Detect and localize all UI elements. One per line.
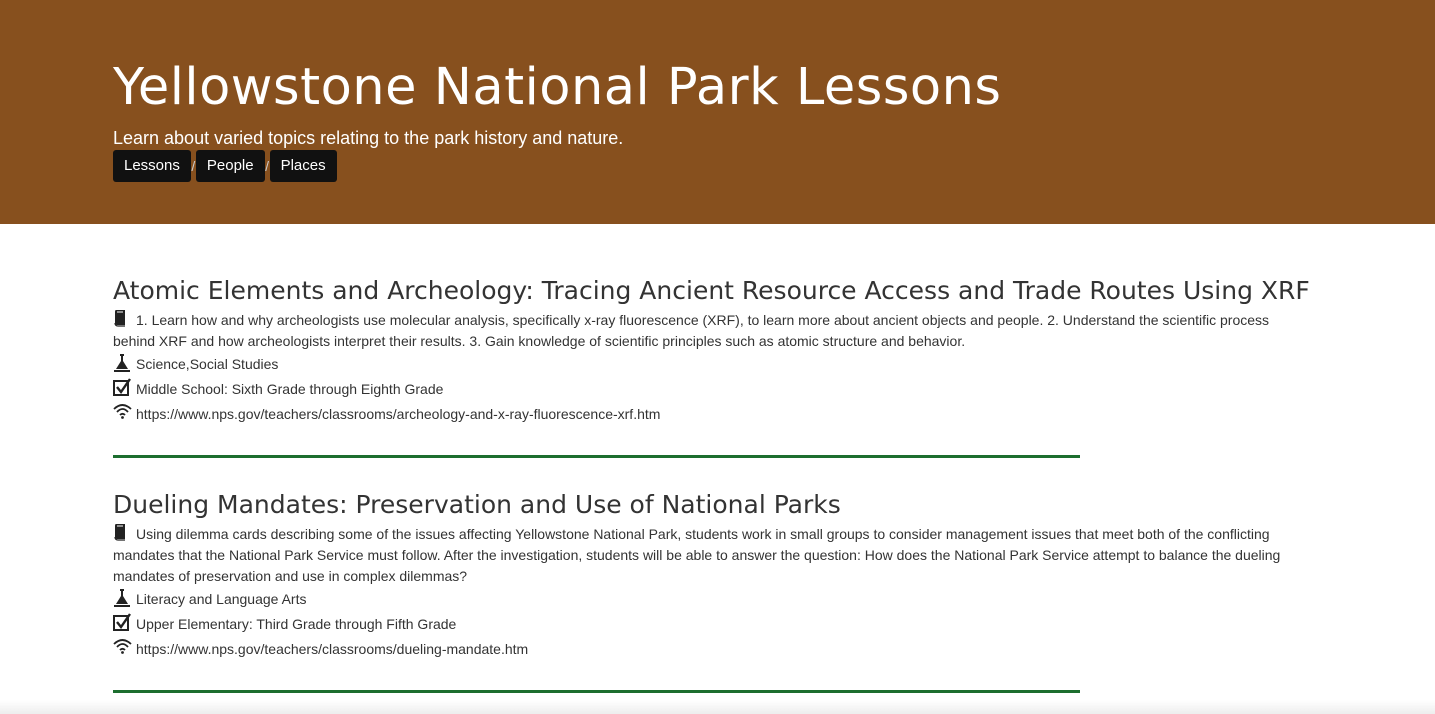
page-title: Yellowstone National Park Lessons: [113, 58, 1002, 117]
nav-people-button[interactable]: People: [195, 150, 265, 182]
lesson-subject: Literacy and Language Arts: [113, 587, 1313, 612]
lesson-subject-text: Literacy and Language Arts: [136, 591, 307, 607]
lesson-url: https://www.nps.gov/teachers/classrooms/…: [113, 637, 1313, 662]
lesson-divider: [113, 690, 1080, 693]
nav-places-button[interactable]: Places: [269, 150, 337, 182]
nav-separator: /: [265, 158, 270, 174]
book-icon: [113, 309, 132, 327]
lesson-description-text: Using dilemma cards describing some of t…: [113, 526, 1281, 584]
lesson-title[interactable]: Dueling Mandates: Preservation and Use o…: [113, 489, 1313, 521]
lesson-url-link[interactable]: https://www.nps.gov/teachers/classrooms/…: [136, 641, 528, 657]
lesson-grade-text: Upper Elementary: Third Grade through Fi…: [136, 616, 457, 632]
lesson-card: Atomic Elements and Archeology: Tracing …: [113, 275, 1313, 427]
lesson-url: https://www.nps.gov/teachers/classrooms/…: [113, 402, 1313, 427]
lesson-grade: Upper Elementary: Third Grade through Fi…: [113, 612, 1313, 637]
nav-lessons-button[interactable]: Lessons: [113, 150, 191, 182]
page-subtitle: Learn about varied topics relating to th…: [113, 128, 624, 148]
flask-icon: [113, 588, 132, 607]
book-icon: [113, 523, 132, 541]
checkbox-icon: [113, 378, 132, 396]
lesson-description: Using dilemma cards describing some of t…: [113, 523, 1313, 587]
flask-icon: [113, 353, 132, 372]
checkbox-icon: [113, 613, 132, 631]
lesson-subject-text: Science,Social Studies: [136, 356, 279, 372]
wifi-icon: [113, 638, 132, 656]
lesson-card: Dueling Mandates: Preservation and Use o…: [113, 489, 1313, 662]
lesson-description-text: 1. Learn how and why archeologists use m…: [113, 312, 1270, 349]
lesson-title[interactable]: Atomic Elements and Archeology: Tracing …: [113, 275, 1313, 307]
wifi-icon: [113, 403, 132, 421]
lesson-grade: Middle School: Sixth Grade through Eight…: [113, 377, 1313, 402]
lesson-divider: [113, 455, 1080, 458]
page-header: Yellowstone National Park Lessons Learn …: [0, 0, 1435, 224]
lesson-url-link[interactable]: https://www.nps.gov/teachers/classrooms/…: [136, 406, 660, 422]
lesson-description: 1. Learn how and why archeologists use m…: [113, 309, 1313, 352]
lesson-subject: Science,Social Studies: [113, 352, 1313, 377]
lesson-grade-text: Middle School: Sixth Grade through Eight…: [136, 381, 444, 397]
breadcrumb-nav: Lessons / People / Places: [113, 150, 337, 182]
bottom-shadow: [0, 700, 1435, 714]
